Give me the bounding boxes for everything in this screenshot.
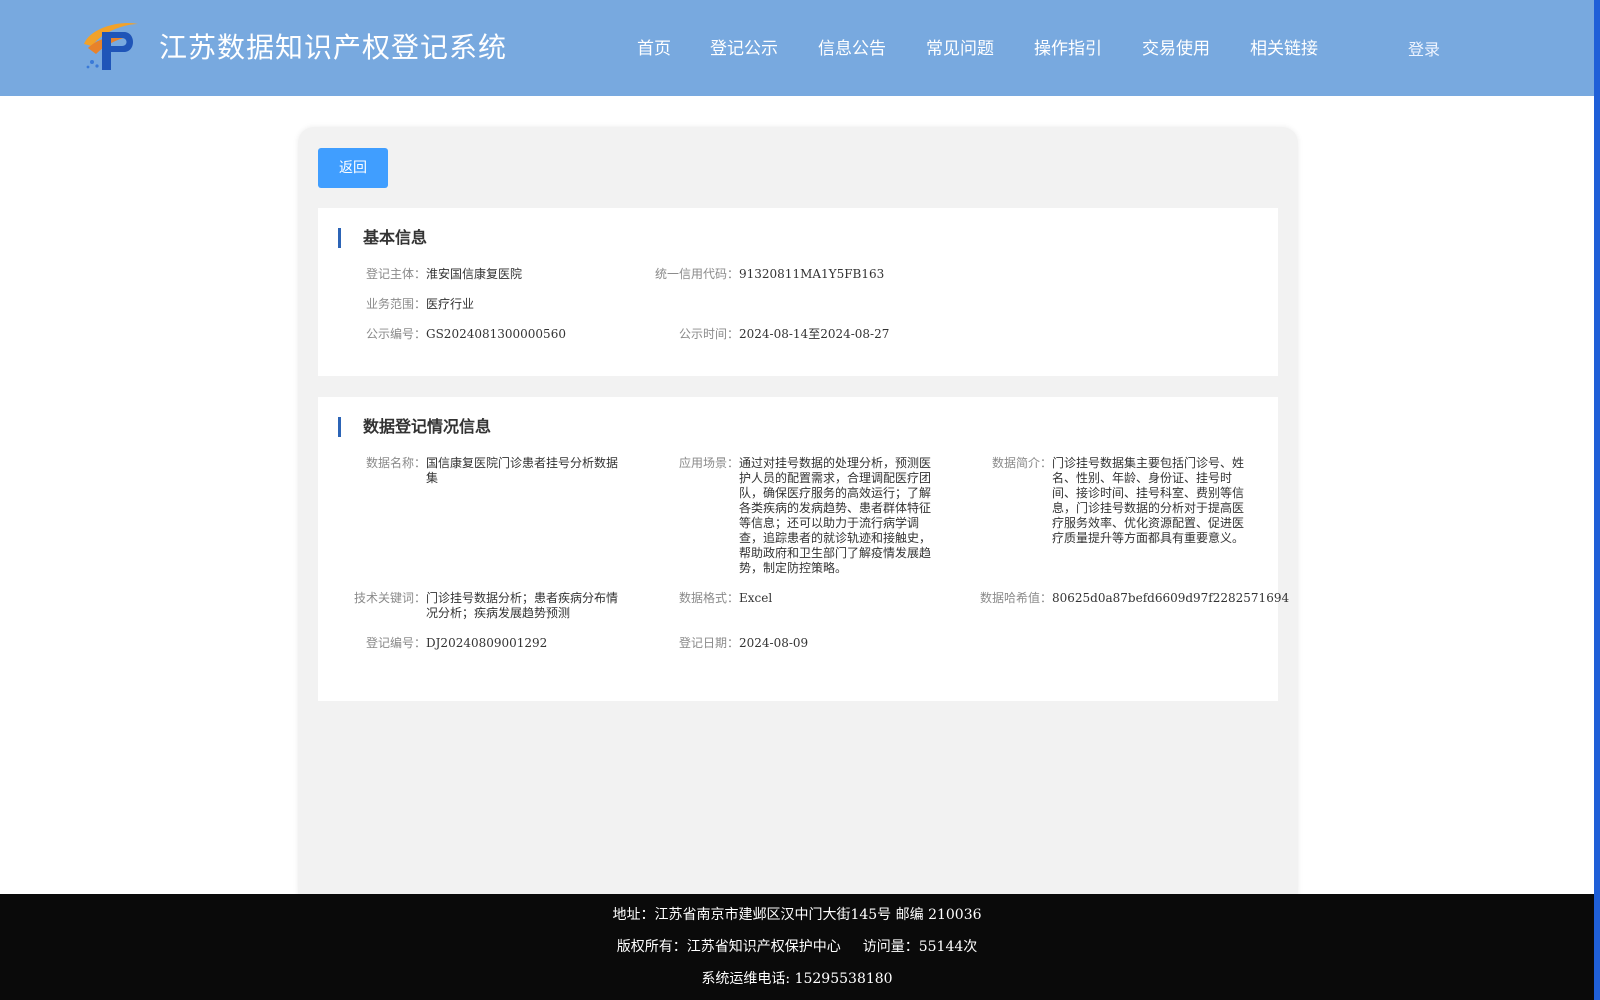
nav-guide[interactable]: 操作指引 [1034, 34, 1102, 59]
footer-copyright-line: 版权所有：江苏省知识产权保护中心 访问量：55144次 [0, 936, 1594, 956]
field-label: 登记主体： [365, 267, 426, 281]
site-header: 江苏数据知识产权登记系统 首页 登记公示 信息公告 常见问题 操作指引 交易使用… [0, 0, 1594, 96]
site-footer: 地址：江苏省南京市建邺区汉中门大街145号 邮编 210036 版权所有：江苏省… [0, 894, 1594, 1000]
field-value: 淮安国信康复医院 [426, 267, 523, 281]
field-scenario: 应用场景： 通过对挂号数据的处理分析，预测医护人员的配置需求，合理调配医疗团队，… [638, 456, 935, 576]
section-title-registration: 数据登记情况信息 [338, 417, 491, 437]
basic-info-section: 基本信息 登记主体： 淮安国信康复医院 统一信用代码： 91320811MA1Y… [318, 208, 1278, 376]
field-label: 公示编号： [365, 327, 426, 341]
field-value: 门诊挂号数据集主要包括门诊号、姓名、性别、年龄、身份证、挂号时间、接诊时间、挂号… [1052, 456, 1245, 545]
field-reg-no: 登记编号： DJ20240809001292 [338, 636, 547, 651]
field-subject: 登记主体： 淮安国信康复医院 [348, 267, 522, 282]
back-button[interactable]: 返回 [318, 148, 388, 188]
field-value: 2024-08-09 [739, 636, 809, 650]
scrollbar-accent [1594, 0, 1600, 1000]
field-label: 数据格式： [678, 591, 739, 605]
field-value: Excel [739, 591, 773, 605]
field-value: 80625d0a87befd6609d97f2282571694 [1052, 591, 1290, 605]
field-value: 医疗行业 [426, 297, 475, 311]
field-format: 数据格式： Excel [638, 591, 772, 606]
field-label: 公示时间： [678, 327, 739, 341]
site-logo [84, 22, 138, 70]
field-hash: 数据哈希值： 80625d0a87befd6609d97f2282571694 [958, 591, 1289, 606]
field-value: 门诊挂号数据分析；患者疾病分布情况分析；疾病发展趋势预测 [426, 591, 619, 620]
field-notice-time: 公示时间： 2024-08-14至2024-08-27 [618, 327, 889, 342]
section-title-basic: 基本信息 [338, 228, 427, 248]
field-value: 2024-08-14至2024-08-27 [739, 327, 890, 341]
field-label: 技术关键词： [353, 591, 426, 605]
field-value: DJ20240809001292 [426, 636, 548, 650]
field-data-name: 数据名称： 国信康复医院门诊患者挂号分析数据集 [338, 456, 622, 486]
field-label: 登记编号： [365, 636, 426, 650]
site-title: 江苏数据知识产权登记系统 [159, 31, 508, 64]
field-scope: 业务范围： 医疗行业 [348, 297, 474, 312]
footer-copyright: 版权所有：江苏省知识产权保护中心 [616, 939, 841, 955]
field-value: 91320811MA1Y5FB163 [739, 267, 885, 281]
nav-faq[interactable]: 常见问题 [926, 34, 994, 59]
field-notice-no: 公示编号： GS2024081300000560 [348, 327, 566, 342]
nav-trading[interactable]: 交易使用 [1142, 34, 1210, 59]
footer-address: 地址：江苏省南京市建邺区汉中门大街145号 邮编 210036 [612, 907, 982, 923]
field-value: 国信康复医院门诊患者挂号分析数据集 [426, 456, 619, 485]
field-label: 数据简介： [991, 456, 1052, 470]
field-label: 数据名称： [365, 456, 426, 470]
detail-panel: 返回 基本信息 登记主体： 淮安国信康复医院 统一信用代码： 91320811M… [298, 127, 1298, 907]
field-reg-date: 登记日期： 2024-08-09 [638, 636, 808, 651]
footer-visits: 访问量：55144次 [862, 939, 978, 955]
registration-info-section: 数据登记情况信息 数据名称： 国信康复医院门诊患者挂号分析数据集 应用场景： 通… [318, 397, 1289, 701]
nav-links[interactable]: 相关链接 [1250, 34, 1318, 59]
field-label: 登记日期： [678, 636, 739, 650]
nav-registration-notice[interactable]: 登记公示 [710, 34, 778, 59]
field-value: 通过对挂号数据的处理分析，预测医护人员的配置需求，合理调配医疗团队，确保医疗服务… [739, 456, 932, 575]
login-link[interactable]: 登录 [1408, 36, 1440, 60]
field-label: 应用场景： [678, 456, 739, 470]
footer-hotline: 系统运维电话: 15295538180 [701, 971, 893, 987]
field-keywords: 技术关键词： 门诊挂号数据分析；患者疾病分布情况分析；疾病发展趋势预测 [338, 591, 622, 621]
field-value: GS2024081300000560 [426, 327, 566, 341]
field-label: 数据哈希值： [979, 591, 1052, 605]
nav-home[interactable]: 首页 [637, 34, 671, 59]
nav-announcements[interactable]: 信息公告 [818, 34, 886, 59]
field-label: 统一信用代码： [654, 267, 739, 281]
field-credit-code: 统一信用代码： 91320811MA1Y5FB163 [618, 267, 884, 282]
field-label: 业务范围： [365, 297, 426, 311]
field-summary: 数据简介： 门诊挂号数据集主要包括门诊号、姓名、性别、年龄、身份证、挂号时间、接… [958, 456, 1248, 546]
